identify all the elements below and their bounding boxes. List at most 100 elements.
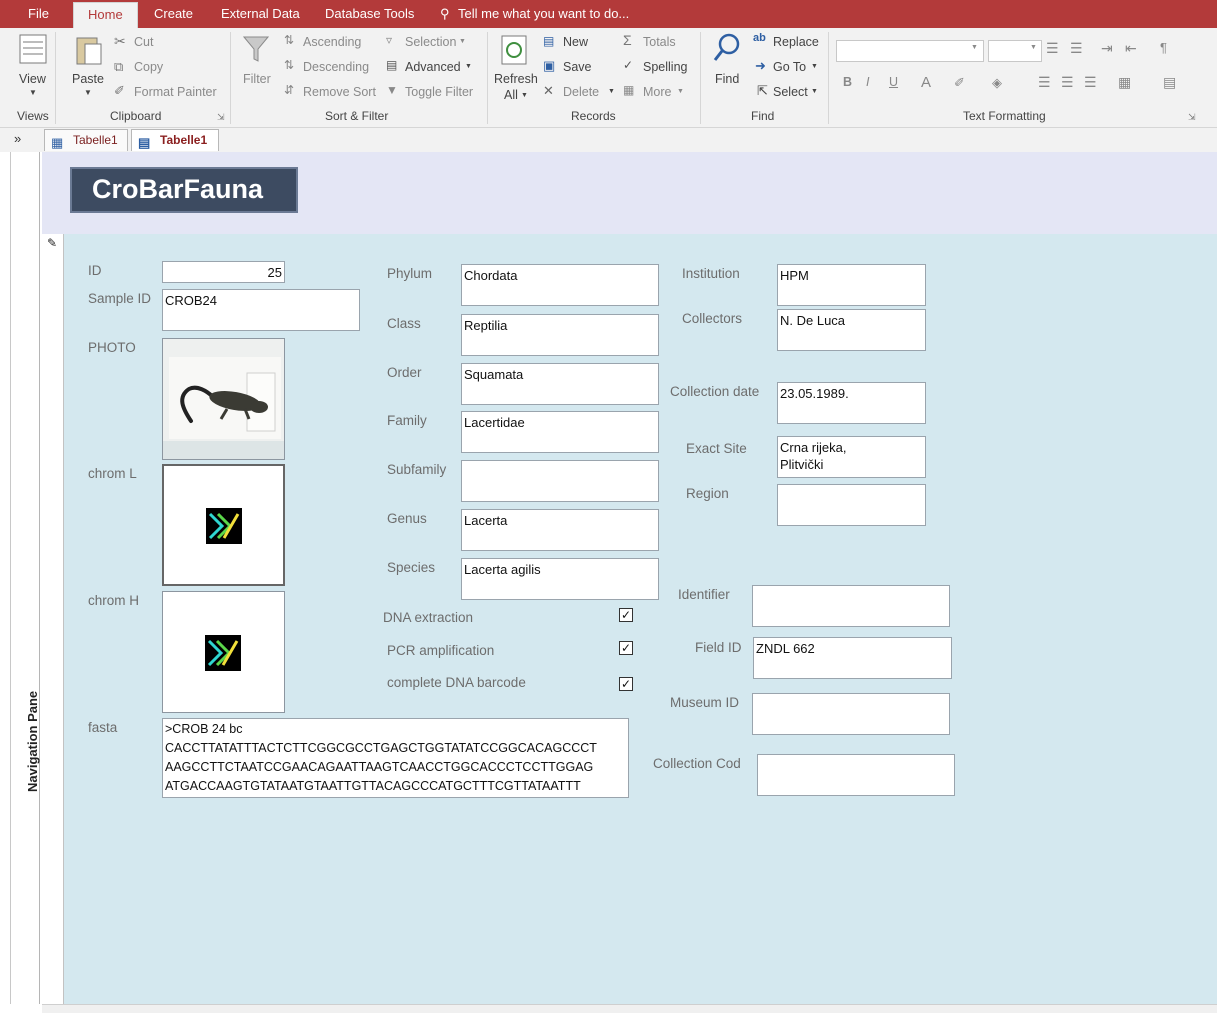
bold-button[interactable]: B	[843, 75, 852, 89]
more-icon: ▦	[623, 83, 635, 97]
exact-site-line: Plitvički	[780, 457, 824, 472]
copy-button[interactable]: Copy	[134, 60, 163, 74]
filter-label: Filter	[243, 72, 271, 86]
divider	[487, 32, 488, 124]
complete-dna-barcode-label: complete DNA barcode	[387, 675, 526, 690]
font-name-dropdown-arrow: ▼	[971, 44, 978, 51]
nav-pane-toggle[interactable]: »	[14, 131, 21, 146]
family-field[interactable]: Lacertidae	[461, 411, 659, 453]
institution-field[interactable]: HPM	[777, 264, 926, 306]
align-left-icon[interactable]: ☰	[1038, 74, 1051, 91]
font-color-button[interactable]: A	[921, 74, 931, 91]
pcr-amplification-checkbox[interactable]: ✓	[619, 641, 633, 655]
fasta-field[interactable]: >CROB 24 bc CACCTTATATTTACTCTTCGGCGCCTGA…	[162, 718, 629, 798]
identifier-field[interactable]	[752, 585, 950, 627]
tell-me-search[interactable]: Tell me what you want to do...	[458, 0, 629, 28]
sort-filter-group-label: Sort & Filter	[325, 109, 389, 123]
align-center-icon[interactable]: ☰	[1061, 74, 1074, 91]
order-field[interactable]: Squamata	[461, 363, 659, 405]
genus-field[interactable]: Lacerta	[461, 509, 659, 551]
text-formatting-group-label: Text Formatting	[963, 109, 1046, 123]
select-dropdown-arrow: ▼	[811, 88, 818, 95]
ascending-button[interactable]: Ascending	[303, 35, 361, 49]
delete-button[interactable]: Delete	[563, 85, 599, 99]
highlight-icon[interactable]: ✐	[954, 75, 965, 91]
numbering-icon[interactable]: ☰	[1070, 40, 1083, 57]
region-field[interactable]	[777, 484, 926, 526]
cut-button[interactable]: Cut	[134, 35, 153, 49]
exact-site-line: Crna rijeka,	[780, 440, 847, 455]
subfamily-field[interactable]	[461, 460, 659, 502]
phylum-field[interactable]: Chordata	[461, 264, 659, 306]
tab-tabelle1-table[interactable]: ▦ Tabelle1	[44, 129, 128, 151]
text-direction-icon[interactable]: ¶	[1160, 40, 1167, 55]
alternate-row-color-icon[interactable]: ▤	[1163, 74, 1176, 91]
replace-button[interactable]: Replace	[773, 35, 819, 49]
menu-home[interactable]: Home	[73, 2, 138, 28]
selection-button[interactable]: Selection	[405, 35, 456, 49]
underline-button[interactable]: U	[889, 75, 898, 89]
phylum-label: Phylum	[387, 266, 433, 281]
tab-tabelle1-form[interactable]: ▤ Tabelle1	[131, 129, 219, 151]
exact-site-field[interactable]: Crna rijeka, Plitvički	[777, 436, 926, 478]
tab-label: Tabelle1	[160, 133, 208, 147]
save-button[interactable]: Save	[563, 60, 592, 74]
chrom-l-field[interactable]	[162, 464, 285, 586]
dialog-launcher-icon[interactable]: ⇲	[217, 112, 225, 123]
record-selector[interactable]: ✎	[42, 234, 64, 1004]
new-button[interactable]: New	[563, 35, 588, 49]
collection-date-field[interactable]: 23.05.1989.	[777, 382, 926, 424]
gridlines-icon[interactable]: ▦	[1118, 74, 1131, 91]
go-to-button[interactable]: Go To	[773, 60, 806, 74]
toggle-filter-icon: ▼	[386, 83, 398, 97]
italic-button[interactable]: I	[866, 75, 869, 89]
complete-dna-barcode-checkbox[interactable]: ✓	[619, 677, 633, 691]
navigation-pane[interactable]: Navigation Pane	[10, 152, 40, 1004]
refresh-dropdown-arrow: ▼	[521, 92, 528, 99]
fasta-line: AAGCCTTCTAATCCGAACAGAATTAAGTCAACCTGGCACC…	[165, 760, 594, 774]
format-painter-button[interactable]: Format Painter	[134, 85, 217, 99]
font-name-dropdown[interactable]	[836, 40, 984, 62]
form-title: CroBarFauna	[70, 167, 298, 213]
document-tabs: » ▦ Tabelle1 ▤ Tabelle1	[0, 128, 1217, 152]
menu-create[interactable]: Create	[154, 0, 193, 28]
pcr-amplification-label: PCR amplification	[387, 643, 495, 658]
advanced-button[interactable]: Advanced	[405, 60, 461, 74]
menu-file[interactable]: File	[28, 0, 49, 28]
record-navigation-bar[interactable]	[42, 1004, 1217, 1013]
toggle-filter-button[interactable]: Toggle Filter	[405, 85, 473, 99]
fill-color-icon[interactable]: ◈	[992, 75, 1002, 91]
id-field[interactable]: 25	[162, 261, 285, 283]
remove-sort-button[interactable]: Remove Sort	[303, 85, 376, 99]
menu-external-data[interactable]: External Data	[221, 0, 300, 28]
species-field[interactable]: Lacerta agilis	[461, 558, 659, 600]
museum-id-field[interactable]	[752, 693, 950, 735]
field-id-field[interactable]: ZNDL 662	[753, 637, 952, 679]
totals-button[interactable]: Totals	[643, 35, 676, 49]
selection-icon: ▿	[386, 33, 393, 47]
cursor-icon: ⇱	[757, 83, 768, 98]
sample-id-field[interactable]: CROB24	[162, 289, 360, 331]
class-field[interactable]: Reptilia	[461, 314, 659, 356]
bullets-icon[interactable]: ☰	[1046, 40, 1059, 57]
decrease-indent-icon[interactable]: ⇤	[1125, 40, 1137, 57]
more-button[interactable]: More	[643, 85, 671, 99]
delete-dropdown-arrow: ▼	[608, 88, 615, 95]
select-button[interactable]: Select	[773, 85, 808, 99]
table-icon: ▦	[51, 135, 64, 150]
increase-indent-icon[interactable]: ⇥	[1101, 40, 1113, 57]
align-right-icon[interactable]: ☰	[1084, 74, 1097, 91]
spelling-button[interactable]: Spelling	[643, 60, 687, 74]
photo-field[interactable]	[162, 338, 285, 460]
collectors-field[interactable]: N. De Luca	[777, 309, 926, 351]
descending-button[interactable]: Descending	[303, 60, 369, 74]
dna-extraction-checkbox[interactable]: ✓	[619, 608, 633, 622]
view-icon	[19, 34, 47, 64]
divider	[828, 32, 829, 124]
chrom-h-field[interactable]	[162, 591, 285, 713]
collection-code-field[interactable]	[757, 754, 955, 796]
dialog-launcher-icon[interactable]: ⇲	[1188, 112, 1196, 123]
menu-database-tools[interactable]: Database Tools	[325, 0, 414, 28]
magnifier-icon	[713, 33, 740, 61]
save-icon: ▣	[543, 58, 556, 73]
